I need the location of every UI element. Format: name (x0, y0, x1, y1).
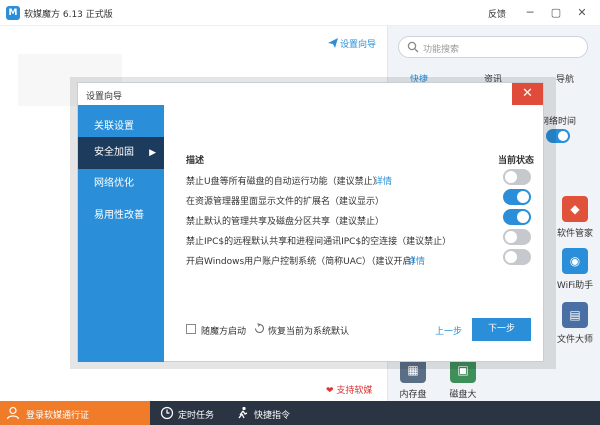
dialog-title: 设置向导 (86, 92, 123, 102)
previous-button[interactable]: 上一步 (435, 324, 462, 337)
tool-wifi-assistant[interactable]: ◉ WiFi助手 (555, 248, 595, 291)
setting-row-text: 禁止U盘等所有磁盘的自动运行功能（建议禁止） (186, 177, 382, 187)
login-button[interactable]: 登录软媒通行证 (0, 401, 150, 425)
shortcut-commands-button[interactable]: 快捷指令 (254, 408, 290, 421)
tab-navigation[interactable]: 导航 (556, 72, 574, 85)
setting-row-text: 开启Windows用户账户控制系统（简称UAC）（建议开启） (186, 257, 421, 267)
support-label: 支持软媒 (336, 386, 373, 396)
setting-row-text: 在资源管理器里面显示文件的扩展名（建议显示） (186, 197, 385, 207)
setup-wizard-label: 设置向导 (340, 40, 377, 50)
setting-row-text: 禁止默认的管理共享及磁盘分区共享（建议禁止） (186, 217, 385, 227)
toggle-knob (505, 231, 517, 243)
setup-wizard-dialog: 设置向导 ✕ 关联设置 安全加固 ▶ 网络优化 易用性改善 描述 当前状态 禁止… (77, 82, 544, 362)
setup-wizard-link[interactable]: 设置向导 (328, 37, 376, 50)
setting-row-text: 禁止IPC$的远程默认共享和进程间通讯IPC$的空连接（建议禁止） (186, 237, 452, 247)
column-status: 当前状态 (498, 156, 535, 166)
maximize-button[interactable]: ▢ (548, 5, 564, 21)
ipc-share-toggle[interactable] (503, 229, 531, 245)
tool-software-manager[interactable]: ◆ 软件管家 (555, 196, 595, 239)
tool-label: 软件管家 (556, 229, 593, 239)
tool-label: 文件大师 (556, 335, 593, 345)
sidebar-item-label: 安全加固 (94, 147, 134, 158)
wifi-assistant-icon: ◉ (562, 248, 588, 274)
title-bar: M 软媒魔方 6.13 正式版 反馈 ─ ▢ ✕ (0, 0, 600, 26)
search-input[interactable]: 功能搜索 (398, 36, 588, 58)
software-manager-icon: ◆ (562, 196, 588, 222)
restore-defaults-link[interactable]: 恢复当前为系统默认 (268, 324, 349, 337)
support-link[interactable]: ❤ 支持软媒 (326, 383, 372, 396)
admin-share-toggle[interactable] (503, 209, 531, 225)
bottom-bar: 登录软媒通行证 定时任务 快捷指令 (0, 401, 600, 425)
login-label: 登录软媒通行证 (26, 411, 90, 421)
close-button[interactable]: ✕ (574, 5, 590, 21)
search-placeholder: 功能搜索 (423, 45, 460, 55)
running-icon (238, 406, 248, 419)
toggle-knob (517, 211, 529, 223)
toggle-knob (505, 171, 517, 183)
plane-icon (328, 38, 338, 48)
autostart-label: 随魔方启动 (201, 327, 247, 337)
tool-file-master[interactable]: ▤ 文件大师 (555, 302, 595, 345)
dialog-close-button[interactable]: ✕ (512, 83, 543, 105)
chevron-right-icon: ▶ (149, 148, 156, 158)
sidebar-item-security[interactable]: 安全加固 ▶ (78, 137, 164, 169)
minimize-button[interactable]: ─ (522, 5, 538, 21)
tool-label: WiFi助手 (556, 281, 594, 291)
restore-icon (254, 323, 265, 334)
app-title: 软媒魔方 6.13 正式版 (24, 10, 113, 20)
tool-label: 内存盘 (399, 390, 427, 400)
user-icon (6, 406, 20, 420)
uac-toggle[interactable] (503, 249, 531, 265)
show-extension-toggle[interactable] (503, 189, 531, 205)
toggle-knob (505, 251, 517, 263)
toggle-knob (517, 191, 529, 203)
autostart-checkbox[interactable] (186, 324, 196, 334)
heart-icon: ❤ (326, 386, 334, 396)
dialog-sidebar: 关联设置 安全加固 ▶ 网络优化 易用性改善 (78, 105, 164, 362)
sidebar-item-usability[interactable]: 易用性改善 (78, 200, 164, 232)
autorun-toggle[interactable] (503, 169, 531, 185)
scheduled-tasks-button[interactable]: 定时任务 (178, 408, 214, 421)
details-link[interactable]: 详情 (374, 174, 392, 187)
feedback-link[interactable]: 反馈 (488, 7, 506, 20)
search-icon (407, 41, 419, 53)
details-link[interactable]: 详情 (407, 254, 425, 267)
clock-icon (160, 406, 174, 420)
app-logo-icon: M (6, 6, 20, 20)
column-description: 描述 (186, 156, 205, 166)
sidebar-item-network[interactable]: 网络优化 (78, 168, 164, 200)
next-button[interactable]: 下一步 (472, 318, 531, 341)
file-master-icon: ▤ (562, 302, 588, 328)
tool-label: 磁盘大 (449, 390, 477, 400)
